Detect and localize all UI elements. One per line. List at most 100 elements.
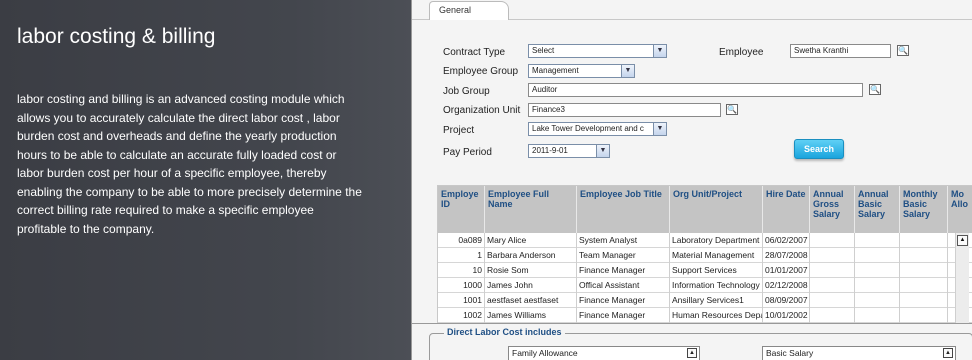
cell-org-unit: Information Technology [670,278,763,293]
employee-group-label: Employee Group [443,66,519,77]
col-org-unit[interactable]: Org Unit/Project [670,186,763,233]
cell-hire-date: 28/07/2008 [763,248,810,263]
table-row[interactable]: 1 Barbara Anderson Team Manager Material Ma… [438,248,972,263]
scroll-up-icon[interactable]: ▲ [687,348,697,358]
cell-annual-gross [810,263,855,278]
cell-monthly-basic [900,248,948,263]
tab-general[interactable]: General [429,1,509,21]
project-select[interactable]: Lake Tower Development and c ▼ [528,122,667,136]
table-row[interactable]: 1001 aestfaset aestfaset Finance Manager An… [438,293,972,308]
cell-hire-date: 06/02/2007 [763,233,810,248]
list-item[interactable]: Basic Salary [766,348,813,358]
org-unit-field[interactable]: Finance3 [528,103,721,117]
selected-components-list[interactable]: Basic Salary ▲ [762,346,956,360]
chevron-down-icon: ▼ [621,65,634,77]
scroll-up-icon[interactable]: ▲ [957,235,968,246]
project-value: Lake Tower Development and c [532,124,644,133]
cell-annual-gross [810,278,855,293]
app-window: General Contract Type Select ▼ Employee … [411,0,972,360]
available-components-list[interactable]: Family Allowance ▲ [508,346,700,360]
cell-monthly-basic [900,233,948,248]
cell-employee-id: 1000 [438,278,485,293]
employee-label: Employee [719,47,764,58]
pay-period-select[interactable]: 2011-9-01 ▼ [528,144,610,158]
cell-employee-id: 1 [438,248,485,263]
cell-org-unit: Ansillary Services1 [670,293,763,308]
direct-labor-legend: Direct Labor Cost includes [444,327,565,337]
cell-employee-name: Mary Alice [485,233,577,248]
cell-hire-date: 01/01/2007 [763,263,810,278]
job-group-label: Job Group [443,86,490,97]
table-row[interactable]: 10 Rosie Som Finance Manager Support Servic… [438,263,972,278]
grid-scrollbar[interactable]: ▲ [955,233,969,325]
contract-type-value: Select [532,46,555,55]
cell-job-title: Offical Assistant [577,278,670,293]
chevron-down-icon: ▼ [596,145,609,157]
col-employee-id[interactable]: Employe ID [438,186,485,233]
grid-header: Employe ID Employee Full Name Employee J… [438,186,972,233]
table-row[interactable]: 1002 James Williams Finance Manager Human R… [438,308,972,323]
job-group-lookup-icon[interactable]: 🔍 [869,84,881,95]
cell-annual-basic [855,308,900,323]
cell-annual-basic [855,248,900,263]
contract-type-select[interactable]: Select ▼ [528,44,667,58]
cell-employee-id: 1002 [438,308,485,323]
promo-panel: labor costing & billing labor costing an… [0,0,410,360]
cell-job-title: System Analyst [577,233,670,248]
cell-org-unit: Laboratory Department [670,233,763,248]
cell-job-title: Finance Manager [577,263,670,278]
cell-annual-gross [810,308,855,323]
chevron-down-icon: ▼ [653,123,666,135]
cell-monthly-basic [900,293,948,308]
col-monthly-allowance[interactable]: Mo Allo [948,186,972,233]
col-hire-date[interactable]: Hire Date [763,186,810,233]
list-item[interactable]: Family Allowance [512,348,578,358]
project-label: Project [443,125,475,136]
cell-employee-name: Rosie Som [485,263,577,278]
col-annual-gross[interactable]: Annual Gross Salary [810,186,855,233]
cell-annual-basic [855,293,900,308]
cell-hire-date: 02/12/2008 [763,278,810,293]
pay-period-label: Pay Period [443,147,492,158]
filter-form: Contract Type Select ▼ Employee Swetha K… [412,20,972,180]
cell-employee-name: aestfaset aestfaset [485,293,577,308]
table-row[interactable]: 1000 James John Offical Assistant Informati… [438,278,972,293]
col-annual-basic[interactable]: Annual Basic Salary [855,186,900,233]
cell-job-title: Finance Manager [577,293,670,308]
job-group-field[interactable]: Auditor [528,83,863,97]
cell-org-unit: Human Resources Depa [670,308,763,323]
col-employee-name[interactable]: Employee Full Name [485,186,577,233]
cell-employee-name: James John [485,278,577,293]
cell-hire-date: 10/01/2002 [763,308,810,323]
org-unit-lookup-icon[interactable]: 🔍 [726,104,738,115]
cell-employee-id: 0a089 [438,233,485,248]
cell-employee-id: 10 [438,263,485,278]
search-button[interactable]: Search [794,139,844,159]
cell-employee-name: Barbara Anderson [485,248,577,263]
scroll-up-icon[interactable]: ▲ [943,348,953,358]
cell-hire-date: 08/09/2007 [763,293,810,308]
direct-labor-panel: Direct Labor Cost includes Family Allowa… [412,323,972,360]
cell-annual-basic [855,233,900,248]
employee-lookup-icon[interactable]: 🔍 [897,45,909,56]
col-monthly-basic[interactable]: Monthly Basic Salary [900,186,948,233]
promo-title: labor costing & billing [17,25,216,48]
cell-monthly-basic [900,308,948,323]
cell-job-title: Team Manager [577,248,670,263]
cell-employee-name: James Williams [485,308,577,323]
table-row[interactable]: 0a089 Mary Alice System Analyst Laboratory … [438,233,972,248]
promo-description: labor costing and billing is an advanced… [17,92,362,236]
cell-monthly-basic [900,263,948,278]
col-job-title[interactable]: Employee Job Title [577,186,670,233]
cell-annual-gross [810,248,855,263]
employee-group-select[interactable]: Management ▼ [528,64,635,78]
org-unit-label: Organization Unit [443,105,521,116]
cell-annual-basic [855,263,900,278]
employee-group-value: Management [532,66,579,75]
pay-period-value: 2011-9-01 [532,146,568,155]
cell-job-title: Finance Manager [577,308,670,323]
cell-org-unit: Support Services [670,263,763,278]
cell-employee-id: 1001 [438,293,485,308]
employee-field[interactable]: Swetha Kranthi [790,44,891,58]
contract-type-label: Contract Type [443,47,506,58]
